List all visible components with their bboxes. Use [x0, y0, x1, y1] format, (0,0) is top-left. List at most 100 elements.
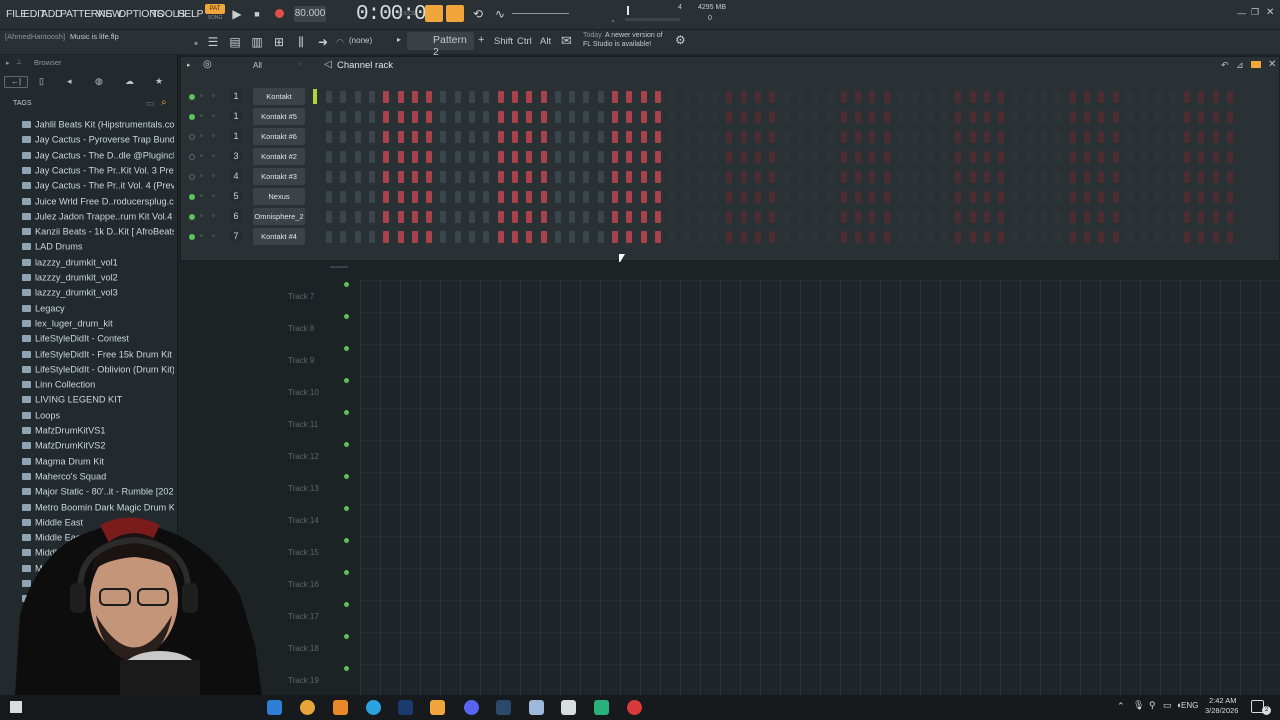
step-button[interactable]	[1198, 211, 1205, 223]
step-button[interactable]	[1055, 171, 1062, 183]
step-button[interactable]	[1026, 211, 1033, 223]
step-button[interactable]	[326, 131, 332, 143]
step-button[interactable]	[511, 171, 518, 183]
channel-mute-led[interactable]	[189, 154, 195, 160]
step-button[interactable]	[912, 191, 919, 203]
step-button[interactable]	[1098, 211, 1105, 223]
step-button[interactable]	[1198, 111, 1205, 123]
step-button[interactable]	[898, 191, 904, 203]
step-button[interactable]	[340, 131, 347, 143]
rack-menu-arrow-icon[interactable]: ▸	[187, 61, 191, 69]
step-button[interactable]	[469, 191, 475, 203]
step-button[interactable]	[626, 91, 633, 103]
step-button[interactable]	[511, 111, 518, 123]
step-button[interactable]	[983, 131, 990, 143]
usb-icon[interactable]: ⚲	[1149, 700, 1156, 711]
track-mute-led[interactable]	[344, 538, 349, 543]
step-button[interactable]	[368, 171, 375, 183]
step-button[interactable]	[497, 151, 504, 163]
step-button[interactable]	[597, 231, 604, 243]
countdown-icon[interactable]	[446, 5, 464, 22]
step-button[interactable]	[597, 151, 604, 163]
step-button[interactable]	[411, 231, 418, 243]
master-pitch-slider[interactable]	[512, 13, 569, 14]
step-button[interactable]	[340, 151, 347, 163]
step-button[interactable]	[326, 211, 332, 223]
channel-name-button[interactable]: Kontakt	[253, 88, 305, 105]
step-button[interactable]	[1212, 171, 1219, 183]
step-button[interactable]	[383, 131, 390, 143]
step-button[interactable]	[626, 171, 633, 183]
channel-row[interactable]: ◦ ◦ 7 Kontakt #4	[181, 227, 1280, 247]
step-button[interactable]	[769, 111, 776, 123]
step-button[interactable]	[511, 231, 518, 243]
step-button[interactable]	[1198, 131, 1205, 143]
step-button[interactable]	[912, 231, 919, 243]
browser-folder-item[interactable]: LifeStyleDidIt - Oblivion (Drum Kit)	[22, 364, 174, 379]
channel-name-button[interactable]: Kontakt #5	[253, 108, 305, 125]
step-button[interactable]	[569, 231, 576, 243]
step-button[interactable]	[1226, 91, 1233, 103]
step-button[interactable]	[1169, 151, 1176, 163]
folder-icon[interactable]: ▭	[146, 98, 155, 109]
step-button[interactable]	[540, 211, 547, 223]
step-button[interactable]	[354, 231, 361, 243]
stop-icon[interactable]: ■	[248, 5, 266, 23]
channel-mixer-track[interactable]: 1	[229, 89, 243, 103]
step-button[interactable]	[597, 111, 604, 123]
step-button[interactable]	[969, 171, 976, 183]
channel-mixer-track[interactable]: 3	[229, 149, 243, 163]
step-button[interactable]	[1112, 231, 1119, 243]
step-button[interactable]	[368, 191, 375, 203]
step-button[interactable]	[368, 151, 375, 163]
channel-select-indicator[interactable]	[313, 89, 317, 104]
step-button[interactable]	[697, 151, 704, 163]
track-label[interactable]: Track 9	[288, 356, 314, 365]
step-button[interactable]	[1083, 111, 1090, 123]
step-button[interactable]	[669, 191, 676, 203]
step-button[interactable]	[397, 191, 404, 203]
browser-folder-item[interactable]: Jay Cactus - The Pr..it Vol. 4 (Preview)	[22, 180, 174, 195]
step-button[interactable]	[1083, 171, 1090, 183]
step-button[interactable]	[883, 111, 890, 123]
step-button[interactable]	[326, 111, 332, 123]
step-button[interactable]	[969, 131, 976, 143]
step-button[interactable]	[397, 151, 404, 163]
step-button[interactable]	[1155, 91, 1162, 103]
playlist-icon[interactable]: ☰	[204, 33, 222, 51]
step-button[interactable]	[1098, 111, 1105, 123]
step-button[interactable]	[411, 191, 418, 203]
track-mute-led[interactable]	[344, 346, 349, 351]
channel-mute-led[interactable]	[189, 94, 195, 100]
step-button[interactable]	[769, 151, 776, 163]
track-label[interactable]: Track 7	[288, 292, 314, 301]
step-button[interactable]	[1126, 231, 1133, 243]
step-button[interactable]	[1184, 171, 1190, 183]
step-button[interactable]	[826, 211, 833, 223]
vlc-icon[interactable]	[333, 700, 348, 715]
channel-volume-knob-icon[interactable]: ◦	[212, 231, 215, 240]
step-button[interactable]	[326, 91, 332, 103]
step-button[interactable]	[440, 191, 447, 203]
channel-volume-knob-icon[interactable]: ◦	[212, 151, 215, 160]
step-button[interactable]	[426, 91, 433, 103]
step-button[interactable]	[569, 151, 576, 163]
browser-folder-item[interactable]: Legacy	[22, 303, 174, 318]
track-mute-led[interactable]	[344, 666, 349, 671]
step-button[interactable]	[669, 231, 676, 243]
file-explorer-icon[interactable]	[267, 700, 282, 715]
step-button[interactable]	[826, 231, 833, 243]
restore-icon[interactable]: ❐	[1251, 7, 1259, 18]
step-button[interactable]	[526, 211, 533, 223]
step-button[interactable]	[526, 131, 533, 143]
step-button[interactable]	[1041, 191, 1047, 203]
step-button[interactable]	[1155, 191, 1162, 203]
step-button[interactable]	[1198, 171, 1205, 183]
step-button[interactable]	[540, 131, 547, 143]
step-button[interactable]	[1155, 231, 1162, 243]
network-icon[interactable]: ▭	[1163, 700, 1172, 711]
channel-pan-knob-icon[interactable]: ◦	[200, 211, 203, 220]
step-button[interactable]	[683, 171, 690, 183]
step-button[interactable]	[998, 131, 1005, 143]
language-indicator[interactable]: ENG	[1181, 701, 1198, 710]
